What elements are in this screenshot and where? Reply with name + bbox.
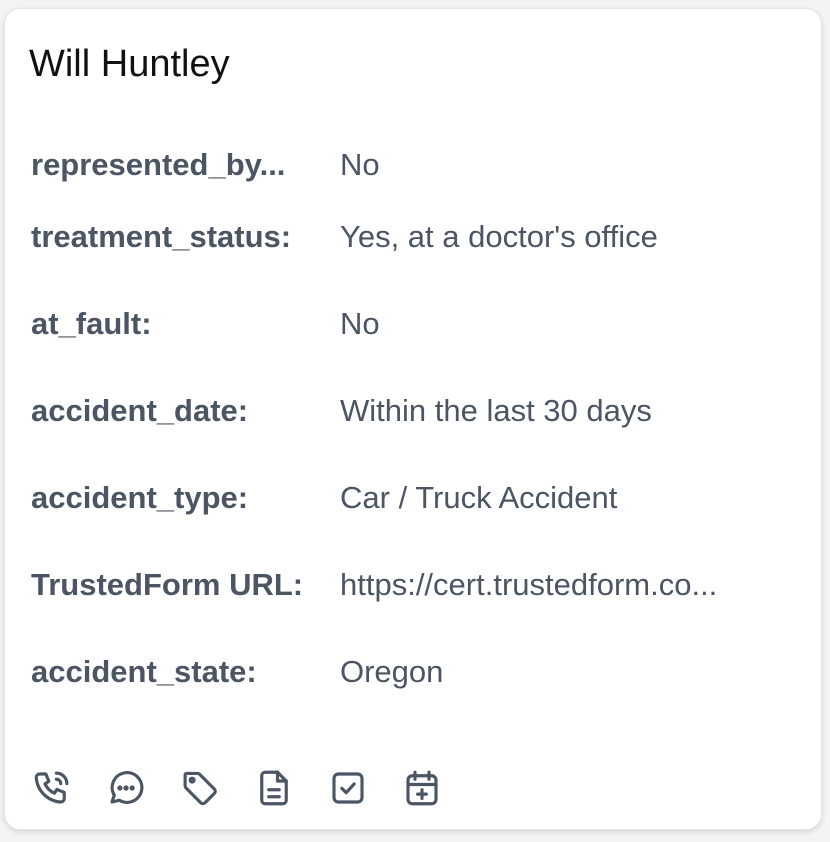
field-row-accident-type: accident_type: Car / Truck Accident <box>31 454 791 541</box>
field-value: No <box>340 147 380 182</box>
field-list: represented_by... No treatment_status: Y… <box>31 137 791 715</box>
field-value: Yes, at a doctor's office <box>340 218 658 254</box>
field-row-at-fault: at_fault: No <box>31 280 791 367</box>
field-value-link[interactable]: https://cert.trustedform.co... <box>340 567 791 603</box>
field-row-represented-by: represented_by... No <box>31 137 791 193</box>
field-label: represented_by... <box>31 147 286 182</box>
field-row-accident-state: accident_state: Oregon <box>31 628 791 715</box>
phone-call-icon <box>34 771 69 804</box>
field-label: accident_state: <box>31 653 257 689</box>
document-icon <box>260 770 288 806</box>
tag-icon <box>183 771 217 806</box>
field-label: TrustedForm URL: <box>31 566 304 602</box>
contact-card: Will Huntley represented_by... No treatm… <box>4 8 822 830</box>
contact-name: Will Huntley <box>29 43 230 85</box>
field-row-accident-date: accident_date: Within the last 30 days <box>31 367 791 454</box>
notes-button[interactable] <box>251 765 297 811</box>
field-label: accident_type: <box>31 479 249 515</box>
message-button[interactable] <box>103 765 149 811</box>
field-value: Oregon <box>340 653 444 689</box>
action-bar <box>29 765 473 811</box>
task-button[interactable] <box>325 765 371 811</box>
schedule-button[interactable] <box>399 765 445 811</box>
chat-bubble-icon <box>110 771 144 804</box>
field-label: accident_date: <box>31 392 249 428</box>
checkbox-icon <box>332 772 364 804</box>
field-row-trustedform-url: TrustedForm URL: https://cert.trustedfor… <box>31 541 791 628</box>
field-value: No <box>340 305 380 341</box>
call-button[interactable] <box>29 765 75 811</box>
tag-button[interactable] <box>177 765 223 811</box>
field-label: at_fault: <box>31 305 152 341</box>
field-row-treatment-status: treatment_status: Yes, at a doctor's off… <box>31 193 791 280</box>
field-value: Within the last 30 days <box>340 392 652 428</box>
field-label: treatment_status: <box>31 218 292 254</box>
field-value: Car / Truck Accident <box>340 479 618 515</box>
calendar-add-icon <box>406 770 438 806</box>
